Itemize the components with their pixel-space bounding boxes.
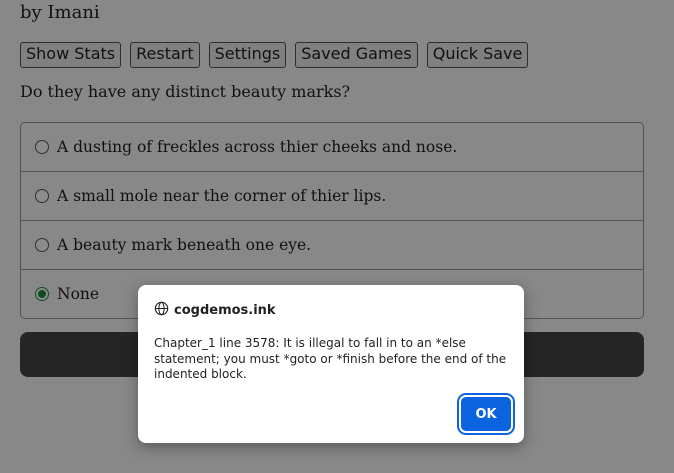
globe-icon [154,301,169,320]
dialog-origin: cogdemos.ink [174,303,276,318]
dialog-header: cogdemos.ink [154,301,276,320]
ok-button[interactable]: OK [461,397,511,431]
alert-dialog: cogdemos.ink Chapter_1 line 3578: It is … [138,285,524,443]
dialog-message: Chapter_1 line 3578: It is illegal to fa… [154,336,507,381]
